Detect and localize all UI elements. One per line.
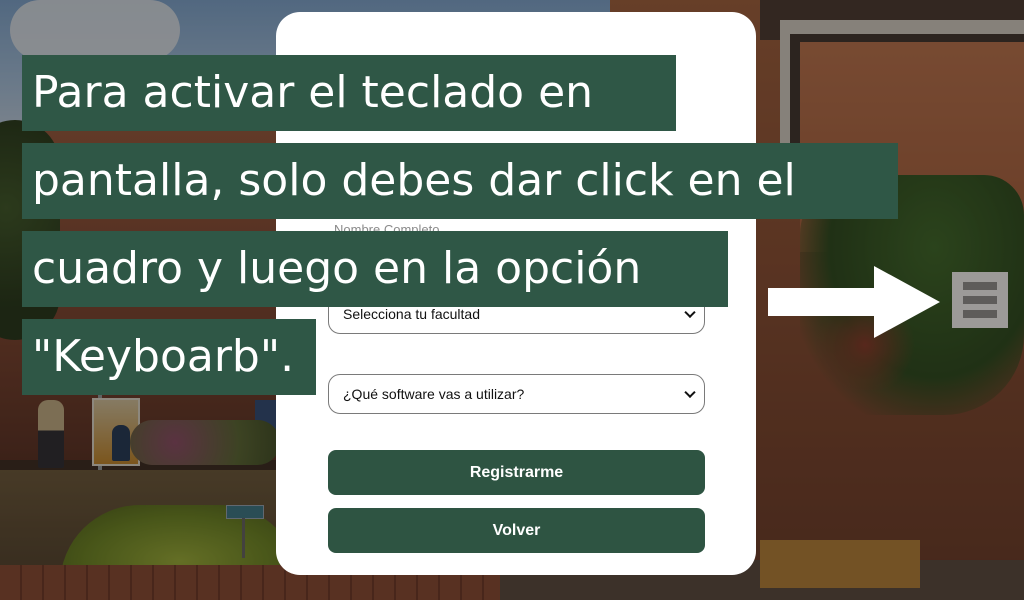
back-button[interactable]: Volver <box>328 508 705 553</box>
instruction-line-1: Para activar el teclado en <box>22 55 676 131</box>
hamburger-menu-icon <box>963 282 997 290</box>
instruction-line-4: "Keyboarb". <box>22 319 316 395</box>
chevron-down-icon <box>684 306 696 319</box>
software-select[interactable]: ¿Qué software vas a utilizar? <box>328 374 705 414</box>
arrow-right-icon <box>768 266 940 338</box>
register-button[interactable]: Registrarme <box>328 450 705 495</box>
instruction-line-3: cuadro y luego en la opción <box>22 231 728 307</box>
chevron-down-icon <box>684 386 696 399</box>
software-select-value: ¿Qué software vas a utilizar? <box>343 386 525 402</box>
hamburger-menu-button[interactable] <box>952 272 1008 328</box>
faculty-select-value: Selecciona tu facultad <box>343 306 480 322</box>
instruction-line-2: pantalla, solo debes dar click en el <box>22 143 898 219</box>
